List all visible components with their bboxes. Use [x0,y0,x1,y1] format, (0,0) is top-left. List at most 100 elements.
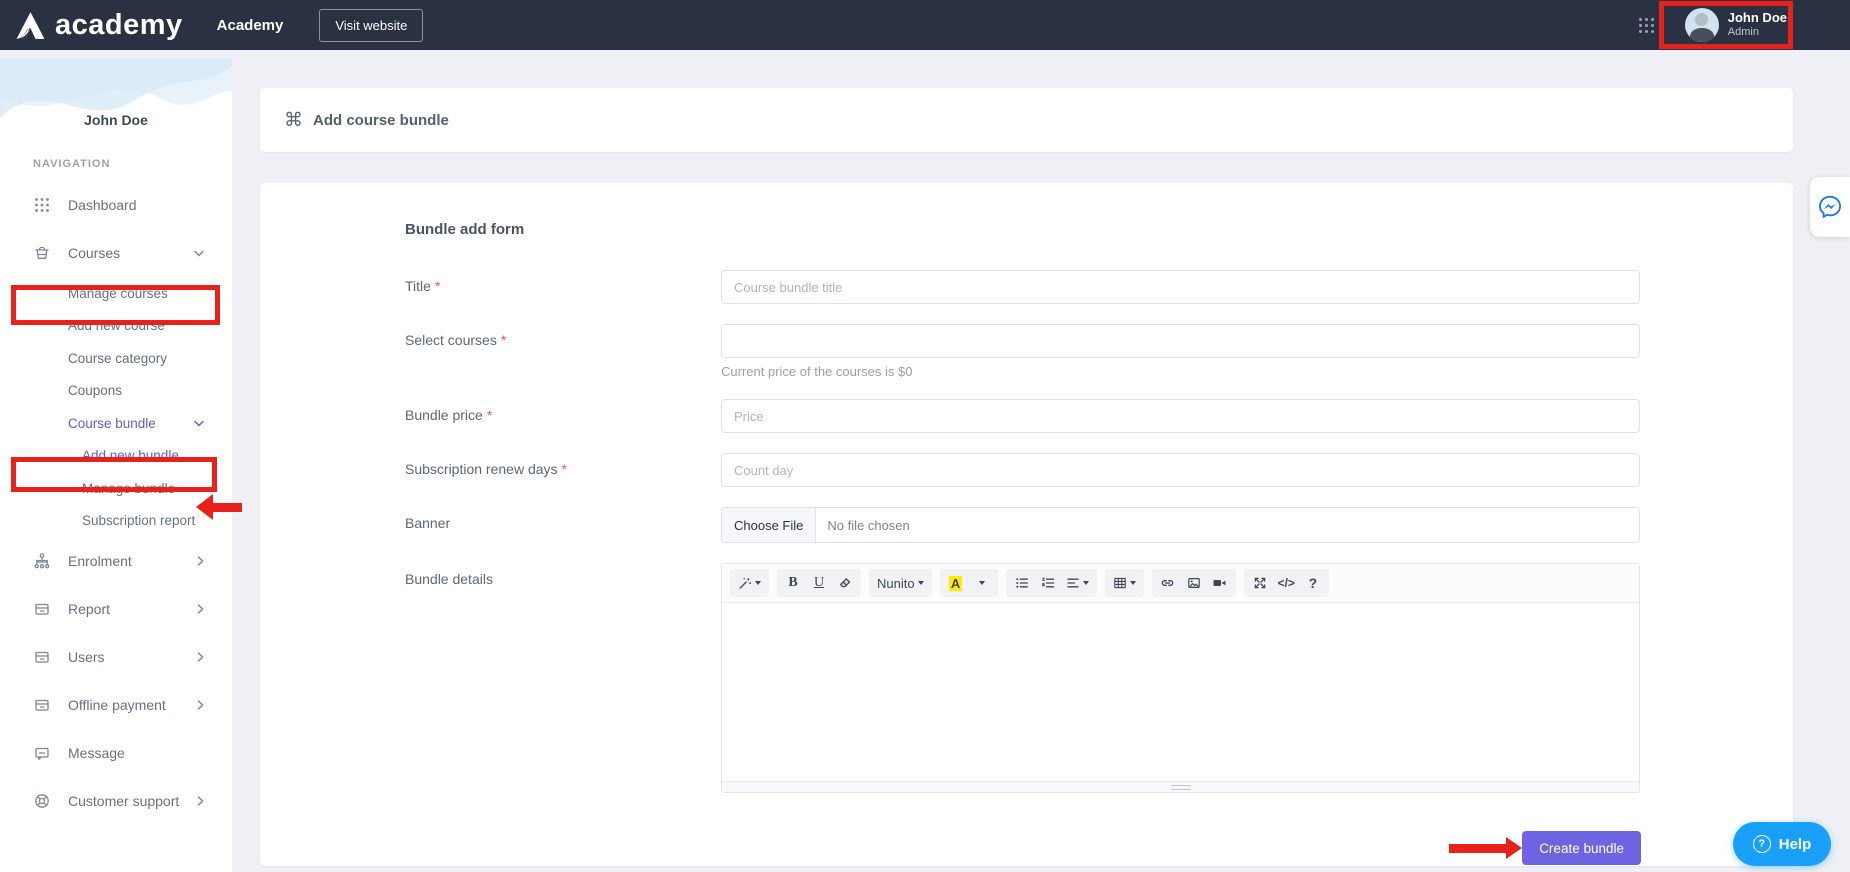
brand-logo[interactable]: academy [14,9,183,42]
banner-file-input[interactable]: Choose File No file chosen [721,507,1640,543]
sidebar-item-label: Subscription report [82,513,195,528]
logo-text: academy [55,9,183,42]
font-family-value: Nunito [877,576,915,591]
apps-grid-icon[interactable] [1638,17,1655,34]
sidebar-item-course-bundle[interactable]: Course bundle [0,407,232,440]
title-label: Title* [405,270,721,304]
bold-button[interactable]: B [782,571,804,595]
form-row-title: Title* [405,270,1793,304]
unordered-list-button[interactable] [1011,571,1033,595]
form-row-banner: Banner Choose File No file chosen [405,507,1793,543]
sidebar-item-message[interactable]: Message [0,729,232,777]
required-marker: * [562,461,567,477]
underline-button[interactable]: U [808,571,830,595]
sidebar-item-customer-support[interactable]: Customer support [0,777,232,825]
sidebar-item-add-new-bundle[interactable]: Add new bundle [0,440,232,473]
sidebar: John Doe NAVIGATION Dashboard Courses Ma… [0,58,232,872]
renew-days-input[interactable] [721,453,1640,487]
messenger-chat-tab[interactable] [1810,177,1850,237]
paragraph-align-dropdown[interactable] [1063,571,1092,595]
bundle-price-label: Bundle price* [405,399,721,433]
table-dropdown[interactable] [1110,571,1139,595]
chevron-right-icon [197,700,204,710]
enrolment-sitemap-icon [33,552,51,570]
title-input[interactable] [721,270,1640,304]
sidebar-item-offline-payment[interactable]: Offline payment [0,681,232,729]
profile-name: John Doe [0,112,232,128]
bundle-price-input[interactable] [721,399,1640,433]
messenger-icon [1817,194,1843,220]
sidebar-item-manage-bundle[interactable]: Manage bundle [0,472,232,505]
required-marker: * [487,407,492,423]
archive-box-icon [33,648,51,666]
sidebar-item-label: Message [68,745,125,761]
top-navbar: academy Academy Visit website John Doe A… [0,0,1850,50]
magic-style-button[interactable] [735,571,764,595]
form-row-bundle-price: Bundle price* [405,399,1793,433]
editor-toolbar: B U Nunito A [722,564,1639,603]
user-name: John Doe [1728,10,1787,26]
sidebar-item-manage-courses[interactable]: Manage courses [0,277,232,310]
form-heading: Bundle add form [405,221,1793,238]
sidebar-item-report[interactable]: Report [0,585,232,633]
page-header-card: ⌘ Add course bundle [260,88,1793,152]
code-view-button[interactable]: </> [1275,571,1298,595]
required-marker: * [501,332,506,348]
font-color-dropdown[interactable] [971,571,993,595]
sidebar-item-users[interactable]: Users [0,633,232,681]
sidebar-item-label: Course category [68,351,167,366]
ordered-list-button[interactable] [1037,571,1059,595]
sidebar-item-label: Add new course [68,318,165,333]
topbar-right: John Doe Admin [1638,4,1793,46]
editor-content[interactable] [722,603,1639,781]
video-button[interactable] [1209,571,1231,595]
font-color-button[interactable]: A [945,571,967,595]
sidebar-item-label: Enrolment [68,553,132,569]
lifebuoy-icon [33,792,51,810]
select-courses-input[interactable] [721,324,1640,358]
link-button[interactable] [1157,571,1179,595]
fullscreen-button[interactable] [1249,571,1271,595]
file-status-text: No file chosen [827,518,909,533]
editor-help-button[interactable]: ? [1302,571,1324,595]
sidebar-item-label: Customer support [68,793,179,809]
sidebar-item-coupons[interactable]: Coupons [0,375,232,408]
sidebar-item-label: Add new bundle [82,448,179,463]
banner-label: Banner [405,507,721,543]
sidebar-item-course-category[interactable]: Course category [0,342,232,375]
choose-file-button[interactable]: Choose File [722,508,816,542]
sidebar-item-label: Coupons [68,383,122,398]
chevron-right-icon [197,556,204,566]
eraser-button[interactable] [834,571,856,595]
sidebar-item-add-new-course[interactable]: Add new course [0,310,232,343]
chevron-right-icon [197,652,204,662]
sidebar-item-dashboard[interactable]: Dashboard [0,181,232,229]
create-bundle-button[interactable]: Create bundle [1522,831,1641,865]
sidebar-item-courses[interactable]: Courses [0,229,232,277]
editor-resize-grip[interactable] [1171,785,1191,790]
select-courses-label: Select courses* [405,324,721,379]
renew-days-label: Subscription renew days* [405,453,721,487]
help-label: Help [1779,836,1812,853]
visit-website-button[interactable]: Visit website [319,9,423,42]
page-title: ⌘ Add course bundle [284,109,449,132]
sidebar-item-label: Manage bundle [82,481,175,496]
form-row-select-courses: Select courses* Current price of the cou… [405,324,1793,379]
sidebar-item-enrolment[interactable]: Enrolment [0,537,232,585]
chevron-down-icon [194,250,204,257]
command-icon: ⌘ [284,109,303,132]
picture-button[interactable] [1183,571,1205,595]
sidebar-item-subscription-report[interactable]: Subscription report [0,505,232,538]
app-root: academy Academy Visit website John Doe A… [0,0,1850,872]
chevron-right-icon [197,796,204,806]
page-title-text: Add course bundle [313,112,449,129]
sidebar-item-label: Course bundle [68,416,156,431]
help-button[interactable]: ? Help [1733,822,1831,866]
courses-bucket-icon [33,244,51,262]
dashboard-icon [33,196,51,214]
user-menu[interactable]: John Doe Admin [1679,4,1793,46]
sidebar-item-label: Dashboard [68,197,137,213]
font-family-dropdown[interactable]: Nunito [874,571,927,595]
logo-icon [14,9,47,42]
form-row-renew-days: Subscription renew days* [405,453,1793,487]
